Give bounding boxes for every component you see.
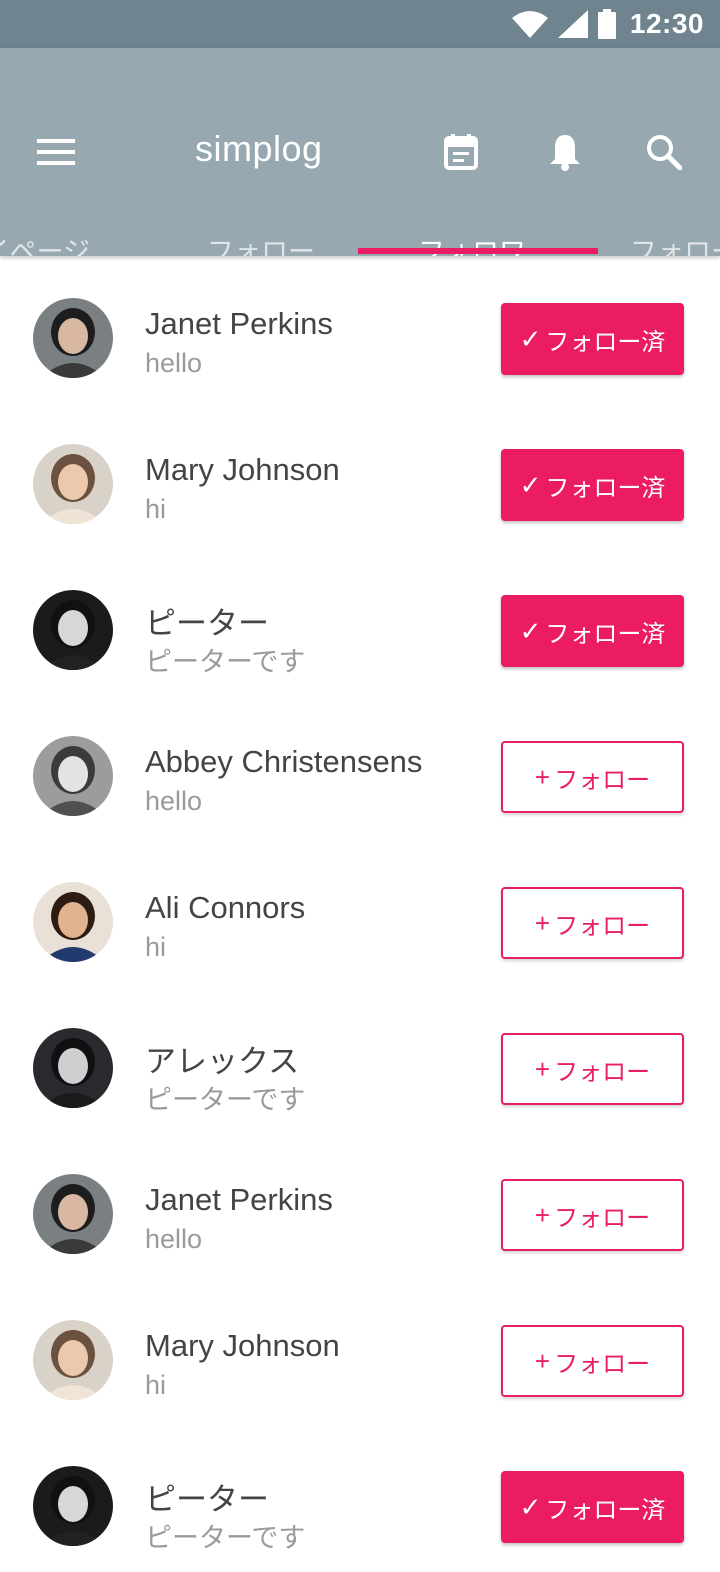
- avatar[interactable]: [33, 736, 113, 816]
- follow-button-label: フォロー済: [545, 620, 666, 648]
- user-name: Abbey Christensens: [145, 744, 423, 779]
- follow-button-label: フォロー済: [545, 1496, 666, 1524]
- tab-mypage[interactable]: マイページ: [0, 204, 90, 256]
- tab-follow[interactable]: フォロー: [207, 204, 315, 256]
- avatar[interactable]: [33, 590, 113, 670]
- list-item[interactable]: ピーターピーターです ✓ フォロー済: [0, 548, 720, 694]
- follow-button[interactable]: + フォロー: [501, 1033, 684, 1105]
- user-message: ピーターです: [145, 1085, 306, 1115]
- user-name: ピーター: [145, 1482, 269, 1517]
- list-item[interactable]: ピーターピーターです ✓ フォロー済: [0, 1424, 720, 1570]
- user-message: hello: [145, 786, 203, 816]
- follower-list: Janet Perkins hello ✓ フォロー済 Mary Johnson hi ✓ フ…: [0, 256, 720, 1570]
- avatar[interactable]: [33, 298, 113, 378]
- status-icons: 12:30: [511, 0, 704, 48]
- list-item[interactable]: Janet Perkins hello + フォロー: [0, 1132, 720, 1278]
- following-button[interactable]: ✓ フォロー済: [501, 595, 684, 667]
- avatar[interactable]: [33, 444, 113, 524]
- follow-button[interactable]: + フォロー: [501, 1179, 684, 1251]
- user-message: ピーターです: [145, 647, 306, 677]
- list-item[interactable]: Mary Johnson hi + フォロー: [0, 1278, 720, 1424]
- following-button[interactable]: ✓ フォロー済: [501, 303, 684, 375]
- user-message: hello: [145, 1224, 203, 1254]
- list-item[interactable]: Mary Johnson hi ✓ フォロー済: [0, 402, 720, 548]
- user-name: Janet Perkins: [145, 1182, 333, 1217]
- user-message: hi: [145, 932, 167, 962]
- following-button[interactable]: ✓ フォロー済: [501, 449, 684, 521]
- user-name: Mary Johnson: [145, 452, 340, 487]
- notifications-button[interactable]: [539, 126, 591, 178]
- follow-button-label: フォロー: [554, 1204, 651, 1232]
- search-button[interactable]: [638, 126, 690, 178]
- tab-indicator: [358, 248, 598, 254]
- follow-button[interactable]: + フォロー: [501, 1325, 684, 1397]
- status-time: 12:30: [629, 8, 704, 39]
- check-icon: ✓: [519, 1491, 542, 1522]
- menu-button[interactable]: [30, 126, 82, 178]
- avatar[interactable]: [33, 882, 113, 962]
- avatar[interactable]: [33, 1174, 113, 1254]
- follow-button-label: フォロー: [554, 1058, 651, 1086]
- follow-button-label: フォロー: [554, 912, 651, 940]
- menu-icon: [37, 139, 75, 165]
- plus-icon: +: [534, 1199, 551, 1230]
- plus-icon: +: [534, 1345, 551, 1376]
- follow-button[interactable]: + フォロー: [501, 741, 684, 813]
- list-item[interactable]: Abbey Christensens hello + フォロー: [0, 694, 720, 840]
- follow-button-label: フォロー: [554, 766, 651, 794]
- check-icon: ✓: [519, 323, 542, 354]
- follow-button-label: フォロー済: [545, 328, 666, 356]
- user-name: Ali Connors: [145, 890, 306, 925]
- user-name: ピーター: [145, 606, 269, 641]
- wifi-icon: [511, 11, 548, 38]
- list-item[interactable]: Janet Perkins hello ✓ フォロー済: [0, 256, 720, 402]
- search-icon: [647, 135, 682, 170]
- user-name: アレックス: [145, 1044, 300, 1079]
- user-name: Mary Johnson: [145, 1328, 340, 1363]
- plus-icon: +: [534, 761, 551, 792]
- check-icon: ✓: [519, 615, 542, 646]
- follow-button-label: フォロー済: [545, 474, 666, 502]
- user-message: hi: [145, 494, 167, 524]
- check-icon: ✓: [519, 469, 542, 500]
- calendar-button[interactable]: [435, 126, 487, 178]
- user-message: hello: [145, 348, 203, 378]
- battery-icon: [597, 9, 616, 39]
- follow-button-label: フォロー: [554, 1350, 651, 1378]
- tab-following[interactable]: フォロー中: [630, 204, 720, 256]
- follow-button[interactable]: + フォロー: [501, 887, 684, 959]
- bell-icon: [550, 135, 580, 171]
- list-item[interactable]: Ali Connors hi + フォロー: [0, 840, 720, 986]
- user-message: hi: [145, 1370, 167, 1400]
- plus-icon: +: [534, 1053, 551, 1084]
- calendar-icon: [444, 134, 478, 170]
- avatar[interactable]: [33, 1320, 113, 1400]
- following-button[interactable]: ✓ フォロー済: [501, 1471, 684, 1543]
- user-message: ピーターです: [145, 1523, 306, 1553]
- status-bar: 12:30: [0, 0, 720, 48]
- list-item[interactable]: アレックスピーターです + フォロー: [0, 986, 720, 1132]
- plus-icon: +: [534, 907, 551, 938]
- app-title: simplog: [195, 128, 323, 169]
- user-name: Janet Perkins: [145, 306, 333, 341]
- signal-icon: [557, 10, 588, 38]
- avatar[interactable]: [33, 1466, 113, 1546]
- app-bar: simplog マイページ フォロー フォロワー フォロー中: [0, 48, 720, 256]
- avatar[interactable]: [33, 1028, 113, 1108]
